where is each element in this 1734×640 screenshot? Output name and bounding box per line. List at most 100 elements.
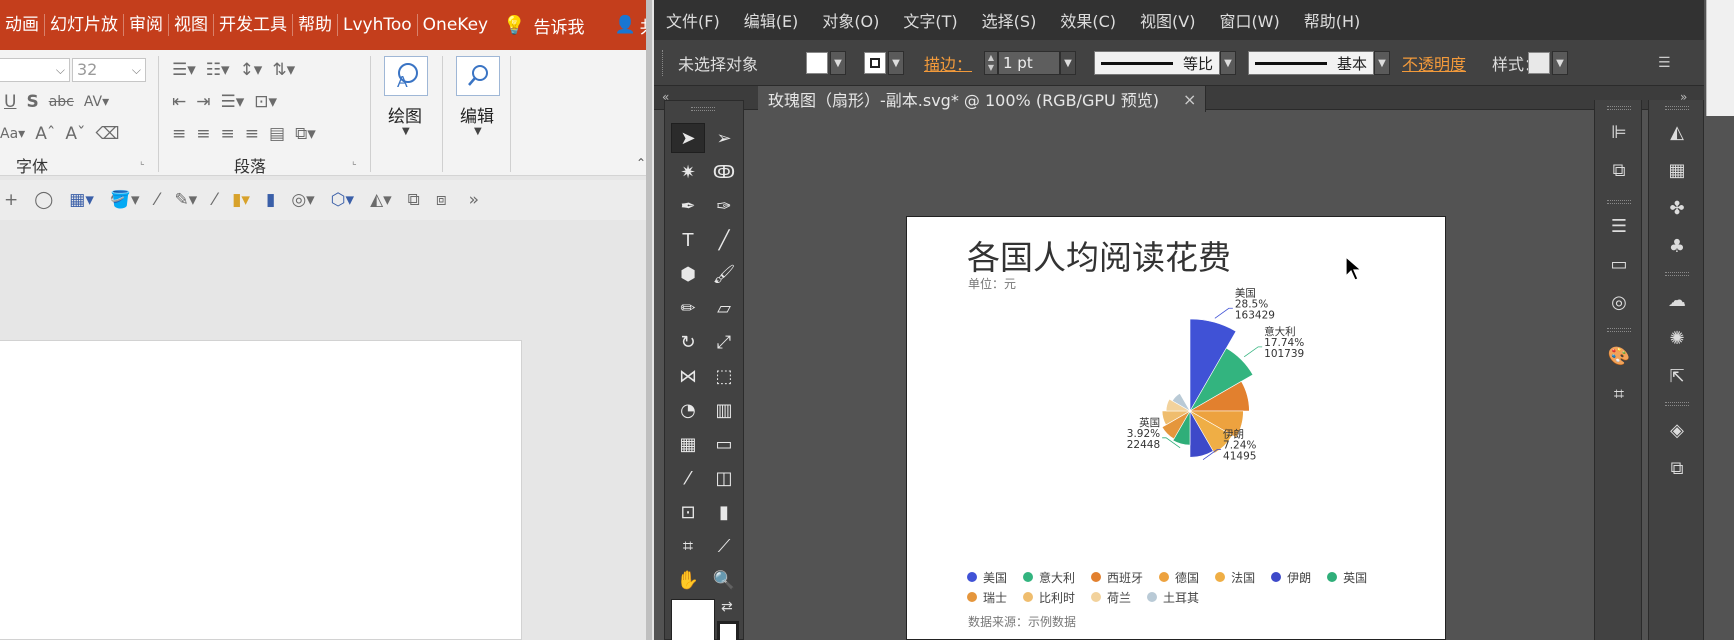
- shape-combine-icon[interactable]: ◎▾: [291, 190, 314, 210]
- clear-format-icon[interactable]: ⌫: [95, 124, 119, 144]
- magic-wand-icon[interactable]: ✷: [671, 157, 705, 187]
- pathfinder-icon[interactable]: ⧉: [1605, 156, 1633, 184]
- chevron-down-icon[interactable]: ▼: [1220, 51, 1237, 75]
- ppt-tab-onekey[interactable]: OneKey: [418, 14, 493, 36]
- fill-swatch[interactable]: [806, 52, 828, 74]
- drawing-button[interactable]: A: [384, 56, 428, 96]
- menu-file[interactable]: 文件(F): [654, 8, 732, 32]
- dialog-launcher-icon[interactable]: ⌞: [140, 156, 145, 167]
- distribute-icon[interactable]: ▤: [269, 124, 285, 144]
- highlighter-icon[interactable]: ▮▾: [232, 190, 250, 210]
- gradient-tool-icon[interactable]: ▭: [707, 429, 741, 459]
- legend-item-9[interactable]: 荷兰: [1091, 589, 1131, 605]
- eyedropper-icon[interactable]: ⁄: [156, 190, 159, 210]
- grip-handle[interactable]: [1607, 106, 1631, 110]
- document-tab[interactable]: 玫瑰图（扇形）-副本.svg* @ 100% (RGB/GPU 预览) ×: [758, 86, 1206, 112]
- stroke-control[interactable]: ▼: [864, 50, 904, 76]
- transform-icon[interactable]: ⧉: [1663, 454, 1691, 482]
- transparency-icon[interactable]: ◎: [1605, 288, 1633, 316]
- ppt-tab-help[interactable]: 帮助: [293, 14, 338, 36]
- artboard-tool-icon[interactable]: ⌗: [671, 531, 705, 561]
- legend-item-5[interactable]: 伊朗: [1271, 569, 1311, 585]
- swatches-icon[interactable]: ▦: [1663, 156, 1691, 184]
- chevron-down-icon[interactable]: ▼: [1060, 51, 1076, 75]
- slice-tool-icon[interactable]: ⟋: [707, 531, 741, 561]
- column-graph-icon[interactable]: ▮: [707, 497, 741, 527]
- bullets-icon[interactable]: ☰▾: [172, 60, 196, 80]
- legend-item-8[interactable]: 比利时: [1023, 589, 1075, 605]
- layers-icon[interactable]: ◈: [1663, 416, 1691, 444]
- cc-libraries-icon[interactable]: ☁: [1663, 286, 1691, 314]
- scale-tool-icon[interactable]: ⤢: [707, 327, 741, 357]
- type-tool-icon[interactable]: T: [671, 225, 705, 255]
- menu-object[interactable]: 对象(O): [810, 8, 891, 32]
- export-icon[interactable]: ⇱: [1663, 362, 1691, 390]
- menu-effect[interactable]: 效果(C): [1048, 8, 1128, 32]
- variable-width-profile[interactable]: 等比 ▼: [1094, 50, 1237, 76]
- lasso-icon[interactable]: ↂ: [707, 157, 741, 187]
- bar-chart-icon[interactable]: ▮: [266, 190, 275, 210]
- pen-tool-icon[interactable]: ✒: [671, 191, 705, 221]
- chevron-down-icon[interactable]: ▼: [1374, 51, 1391, 75]
- perspective-grid-icon[interactable]: ▥: [707, 395, 741, 425]
- stroke-link[interactable]: 描边：: [924, 50, 972, 76]
- strikethrough-icon[interactable]: abc: [49, 94, 74, 110]
- oval-icon[interactable]: ◯: [34, 190, 53, 210]
- opacity-link[interactable]: 不透明度: [1402, 50, 1466, 76]
- mesh-tool-icon[interactable]: ▦: [671, 429, 705, 459]
- chevron-down-icon[interactable]: ▼: [888, 51, 904, 75]
- swap-colors-icon[interactable]: ⇄: [721, 599, 733, 615]
- menu-help[interactable]: 帮助(H): [1292, 8, 1373, 32]
- grow-font-icon[interactable]: Aˆ: [35, 124, 55, 144]
- legend-item-4[interactable]: 法国: [1215, 569, 1255, 585]
- gradient-panel-icon[interactable]: ▭: [1605, 250, 1633, 278]
- shape-builder-icon[interactable]: ◔: [671, 395, 705, 425]
- more-chevron-icon[interactable]: »: [469, 190, 479, 210]
- selection-tool-icon[interactable]: ➤: [671, 123, 705, 153]
- zoom-tool-icon[interactable]: 🔍: [707, 565, 741, 595]
- ppt-tab-animation[interactable]: 动画: [0, 14, 45, 36]
- graphic-style-control[interactable]: ▼: [1528, 50, 1568, 76]
- ppt-tab-view[interactable]: 视图: [169, 14, 214, 36]
- chevron-down-icon[interactable]: ▼: [1552, 51, 1568, 75]
- grip-handle[interactable]: [1665, 106, 1689, 110]
- fill-bucket-icon[interactable]: 🪣▾: [110, 190, 140, 210]
- close-icon[interactable]: ×: [1183, 90, 1196, 109]
- stroke-panel-icon[interactable]: ☰: [1605, 212, 1633, 240]
- numbering-icon[interactable]: ☷▾: [206, 60, 230, 80]
- lightbulb-icon[interactable]: 💡: [503, 15, 525, 36]
- blend-tool-icon[interactable]: ◫: [707, 463, 741, 493]
- direct-selection-tool-icon[interactable]: ➢: [707, 123, 741, 153]
- plus-icon[interactable]: +: [4, 190, 18, 210]
- rotate-tool-icon[interactable]: ↻: [671, 327, 705, 357]
- shape-edit-icon[interactable]: ⬡▾: [331, 190, 354, 210]
- ppt-tab-lvyhtool[interactable]: LvyhToo: [338, 14, 418, 36]
- fill-color-swatch[interactable]: [671, 599, 715, 640]
- stroke-swatch[interactable]: [864, 52, 886, 74]
- font-name-combo[interactable]: ⌵: [0, 58, 70, 82]
- triangle-icon[interactable]: ◭▾: [370, 190, 392, 210]
- align-text-icon[interactable]: ⊡▾: [254, 92, 277, 112]
- align-panel-icon[interactable]: ⊫: [1605, 118, 1633, 146]
- appearance-icon[interactable]: ◭: [1663, 118, 1691, 146]
- eyedropper2-icon[interactable]: ⁄: [213, 190, 216, 210]
- pen-edit-icon[interactable]: ✎▾: [174, 190, 197, 210]
- brush-definition[interactable]: 基本 ▼: [1248, 50, 1391, 76]
- increase-indent-icon[interactable]: ⇥: [196, 92, 210, 112]
- grip-handle[interactable]: [1665, 272, 1689, 276]
- line-tool-icon[interactable]: ╱: [707, 225, 741, 255]
- chevron-down-icon[interactable]: ▼: [830, 51, 846, 75]
- paintbrush-icon[interactable]: 🖌: [707, 259, 741, 289]
- curvature-tool-icon[interactable]: ✑: [707, 191, 741, 221]
- legend-item-0[interactable]: 美国: [967, 569, 1007, 585]
- document-canvas[interactable]: 各国人均阅读花费 单位：元 美国 28.5% 163429 意大利 17.74% 1017…: [754, 112, 1688, 640]
- align-right-icon[interactable]: ≡: [221, 124, 235, 144]
- align-left-icon[interactable]: ≡: [172, 124, 186, 144]
- legend-item-10[interactable]: 土耳其: [1147, 589, 1199, 605]
- asset-export-icon[interactable]: ✺: [1663, 324, 1691, 352]
- shrink-font-icon[interactable]: Aˇ: [65, 124, 85, 144]
- grip-handle[interactable]: [691, 107, 715, 111]
- group-icon[interactable]: ⧉: [408, 190, 420, 210]
- ppt-tab-review[interactable]: 审阅: [124, 14, 169, 36]
- artboard[interactable]: 各国人均阅读花费 单位：元 美国 28.5% 163429 意大利 17.74% 1017…: [906, 216, 1446, 640]
